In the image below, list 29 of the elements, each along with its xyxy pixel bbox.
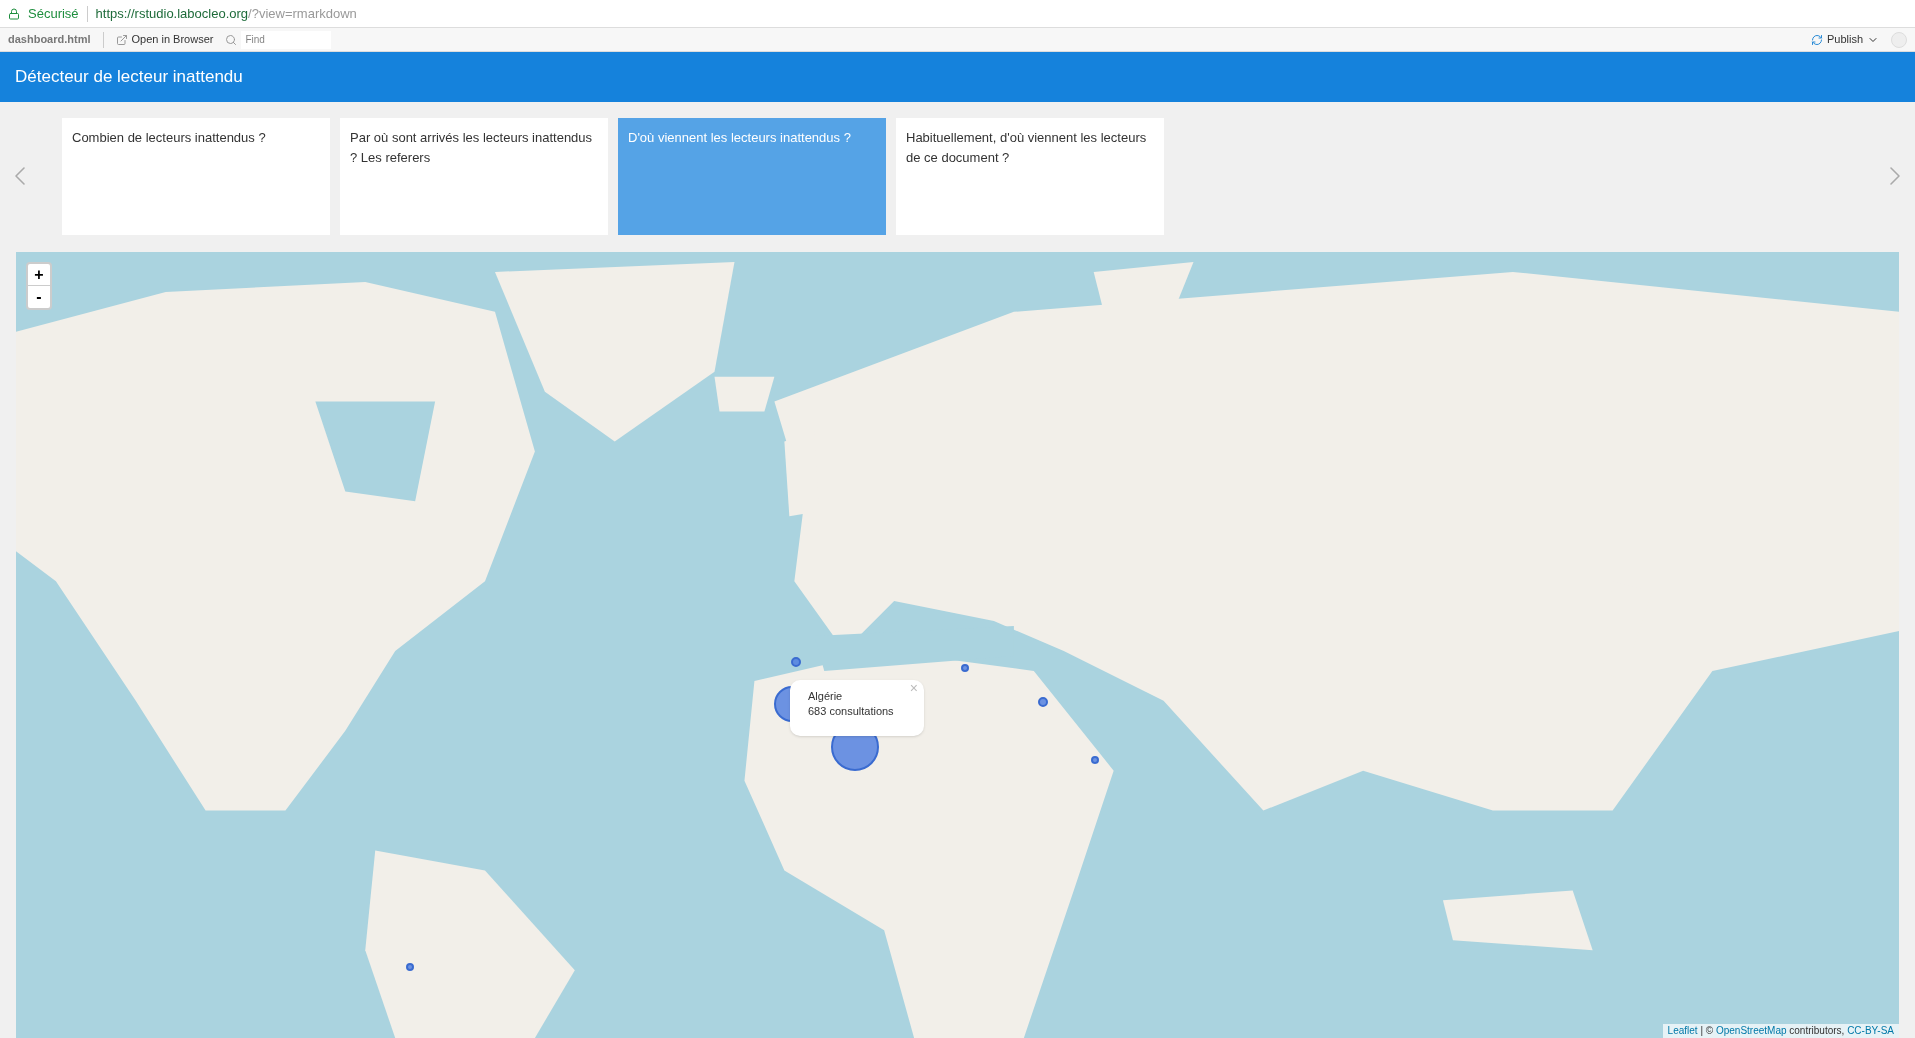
- url-host: https://rstudio.labocleo.org: [95, 4, 249, 23]
- map-marker[interactable]: [961, 664, 969, 672]
- map-marker[interactable]: [791, 657, 801, 667]
- search-icon: [225, 33, 238, 46]
- secure-label: Sécurisé: [28, 4, 79, 23]
- map-marker[interactable]: [406, 963, 414, 971]
- file-name: dashboard.html: [8, 32, 91, 48]
- zoom-out-button[interactable]: -: [28, 286, 50, 308]
- leaflet-link[interactable]: Leaflet: [1667, 1025, 1698, 1036]
- story-card[interactable]: Par où sont arrivés les lecteurs inattendus ? Les referers: [340, 117, 608, 235]
- address-bar[interactable]: Sécurisé https://rstudio.labocleo.org/?view=rmarkdown: [0, 0, 1915, 28]
- story-card[interactable]: Habituellement, d'où viennent les lecteurs de ce document ?: [896, 117, 1164, 235]
- openstreetmap-link[interactable]: OpenStreetMap: [1715, 1025, 1787, 1036]
- publish-button[interactable]: Publish: [1810, 31, 1879, 48]
- lock-icon: [8, 7, 20, 20]
- popup-text: 683 consultations: [808, 704, 895, 719]
- license-link[interactable]: CC-BY-SA: [1847, 1025, 1894, 1036]
- publish-icon: [1810, 33, 1823, 46]
- url-path: /?view=rmarkdown: [248, 4, 357, 23]
- window-icon: [115, 33, 128, 46]
- map-marker[interactable]: [1038, 697, 1048, 707]
- find-field[interactable]: Find: [241, 30, 332, 49]
- attribution-text: Leaflet | © OpenStreetMap contributors, CC-BY-SA: [1667, 1025, 1894, 1036]
- zoom-in-button[interactable]: +: [28, 264, 50, 286]
- open-in-browser-button[interactable]: Open in Browser: [115, 31, 214, 48]
- page-title: Détecteur de lecteur inattendu: [15, 66, 243, 89]
- story-card[interactable]: Combien de lecteurs inattendus ?: [62, 117, 330, 235]
- popup-title: Algérie: [808, 689, 844, 704]
- map-marker[interactable]: [1091, 756, 1099, 764]
